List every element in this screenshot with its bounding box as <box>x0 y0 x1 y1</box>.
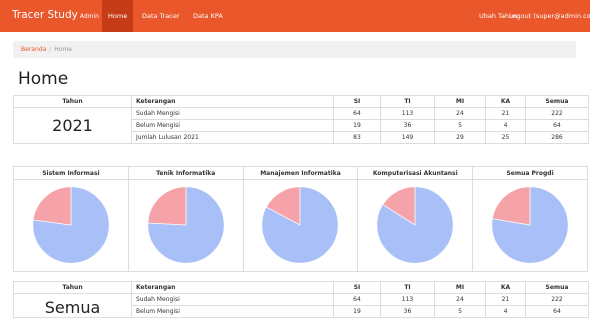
row-label: Belum Mengisi <box>131 305 334 318</box>
cell-ka: 21 <box>485 293 526 306</box>
nav-logout[interactable]: Logout (super@admin.com) <box>509 0 590 32</box>
cell-ti: 36 <box>380 119 435 132</box>
row-label: Sudah Mengisi <box>131 107 334 120</box>
cell-semua: 286 <box>525 131 589 144</box>
cell-si: 83 <box>333 131 381 144</box>
cell-ka: 4 <box>485 119 526 132</box>
header-ka: KA <box>485 281 526 294</box>
pie-chart <box>32 186 110 264</box>
chart-title: Sistem Informasi <box>14 167 128 180</box>
chart-title: Komputerisasi Akuntansi <box>358 167 473 180</box>
header-keterangan: Keterangan <box>131 281 334 294</box>
chart-panel-komputerisasi-akuntansi: Komputerisasi Akuntansi <box>357 167 473 271</box>
cell-si: 64 <box>333 107 381 120</box>
cell-ka: 4 <box>485 305 526 318</box>
brand-logo[interactable]: Tracer Study Admin <box>12 9 99 21</box>
row-label: Jumlah Lulusan 2021 <box>131 131 334 144</box>
nav-data-kpa[interactable]: Data KPA <box>193 0 223 32</box>
summary-table-2021: Tahun Keterangan SI TI MI KA Semua 2021 … <box>13 95 589 144</box>
cell-mi: 5 <box>434 305 486 318</box>
cell-si: 19 <box>333 119 381 132</box>
cell-ti: 36 <box>380 305 435 318</box>
top-navbar: Tracer Study Admin Home Data Tracer Data … <box>0 0 590 32</box>
table-header-row: Tahun Keterangan SI TI MI KA Semua <box>13 281 589 294</box>
row-label: Sudah Mengisi <box>131 293 334 306</box>
header-si: SI <box>333 281 381 294</box>
row-label: Belum Mengisi <box>131 119 334 132</box>
brand-subtitle: Admin <box>79 13 99 20</box>
year-cell: Semua <box>13 293 132 318</box>
summary-table-semua: Tahun Keterangan SI TI MI KA Semua Semua… <box>13 281 589 318</box>
cell-mi: 5 <box>434 119 486 132</box>
nav-data-tracer[interactable]: Data Tracer <box>142 0 180 32</box>
cell-ti: 113 <box>380 107 435 120</box>
pie-slice-belum-mengisi <box>147 186 187 226</box>
cell-si: 19 <box>333 305 381 318</box>
chart-panel-sistem-informasi: Sistem Informasi <box>14 167 128 271</box>
header-mi: MI <box>434 281 486 294</box>
breadcrumb-separator: / <box>49 46 52 53</box>
cell-semua: 222 <box>525 293 589 306</box>
header-ka: KA <box>485 95 526 108</box>
chart-title: Tenik Informatika <box>128 167 243 180</box>
nav-home[interactable]: Home <box>102 0 134 32</box>
header-keterangan: Keterangan <box>131 95 334 108</box>
breadcrumb: Beranda / Home <box>13 41 576 58</box>
pie-chart <box>376 186 454 264</box>
breadcrumb-beranda[interactable]: Beranda <box>21 46 46 53</box>
pie-chart <box>491 186 569 264</box>
header-tahun: Tahun <box>13 95 132 108</box>
table-header-row: Tahun Keterangan SI TI MI KA Semua <box>13 95 589 108</box>
header-tahun: Tahun <box>13 281 132 294</box>
cell-ti: 149 <box>380 131 435 144</box>
cell-mi: 24 <box>434 107 486 120</box>
breadcrumb-current: Home <box>54 46 72 53</box>
cell-semua: 64 <box>525 119 589 132</box>
cell-ka: 25 <box>485 131 526 144</box>
chart-panel-teknik-informatika: Tenik Informatika <box>127 167 243 271</box>
header-si: SI <box>333 95 381 108</box>
table-row: 2021 Sudah Mengisi 64 113 24 21 222 <box>13 107 589 144</box>
header-ti: TI <box>380 95 435 108</box>
cell-si: 64 <box>333 293 381 306</box>
header-mi: MI <box>434 95 486 108</box>
chart-title: Semua Progdi <box>473 167 587 180</box>
pie-slice-belum-mengisi <box>32 186 72 226</box>
pie-chart <box>147 186 225 264</box>
header-ti: TI <box>380 281 435 294</box>
cell-mi: 24 <box>434 293 486 306</box>
cell-ka: 21 <box>485 107 526 120</box>
year-cell: 2021 <box>13 107 132 144</box>
header-semua: Semua <box>525 95 589 108</box>
brand-title: Tracer Study <box>12 9 78 21</box>
chart-title: Manajemen Informatika <box>243 167 358 180</box>
page-title: Home <box>18 69 69 89</box>
pie-chart <box>261 186 340 264</box>
chart-panel-semua-progdi: Semua Progdi <box>472 167 587 271</box>
table-row: Semua Sudah Mengisi 64 113 24 21 222 <box>13 293 589 318</box>
cell-mi: 29 <box>434 131 486 144</box>
header-semua: Semua <box>525 281 589 294</box>
pie-slice-belum-mengisi <box>491 186 531 226</box>
cell-ti: 113 <box>380 293 435 306</box>
cell-semua: 222 <box>525 107 589 120</box>
chart-panel-manajemen-informatika: Manajemen Informatika <box>242 167 358 271</box>
pie-chart-row: Sistem Informasi Tenik Informatika Manaj… <box>13 166 588 272</box>
cell-semua: 64 <box>525 305 589 318</box>
